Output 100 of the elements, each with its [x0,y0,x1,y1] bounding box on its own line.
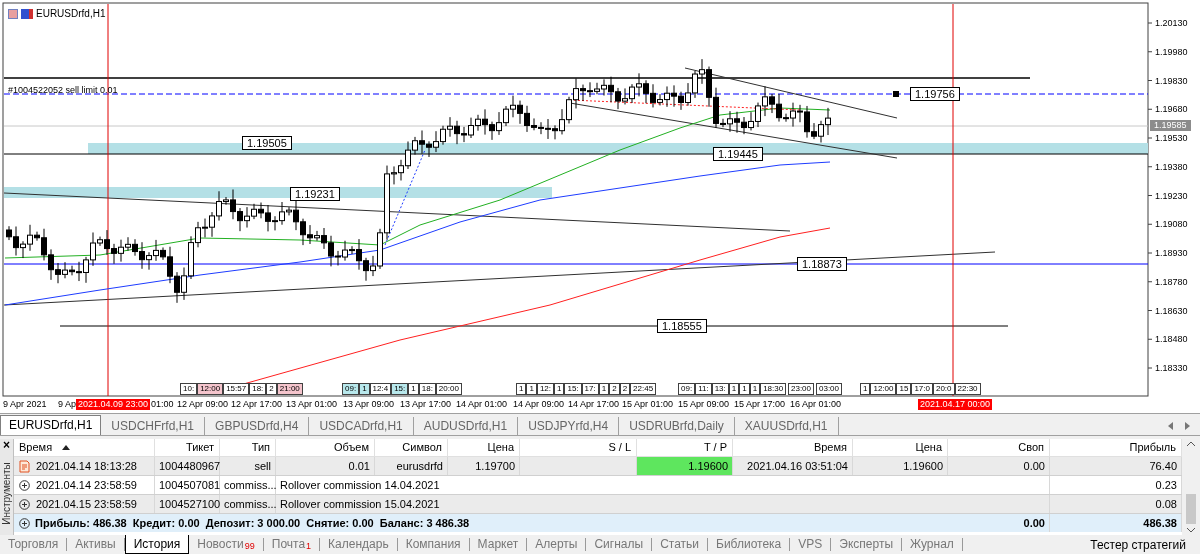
event-flag[interactable]: 15:57 [223,383,250,395]
chart-tab[interactable]: USDRUBrfd,Daily [619,417,735,435]
bottom-tab[interactable]: Библиотека [708,538,791,551]
event-flag[interactable]: 15: [391,383,409,395]
event-flag[interactable]: 09: [678,383,696,395]
price-axis-label: 1.18480 [1155,334,1188,345]
table-cell: 0.00 [948,514,1050,532]
tick-mark [1147,137,1153,139]
event-flag[interactable]: 15 [896,383,912,395]
table-cell: 1.19600 [637,457,733,475]
bottom-tab[interactable]: Эксперты [831,538,902,551]
trading-icon[interactable] [21,8,33,19]
chart-tab[interactable]: GBPUSDrfd,H4 [205,417,310,435]
event-flag[interactable]: 15: [564,383,582,395]
count-label: 1 [306,542,312,551]
bottom-tab[interactable]: Сигналы [586,538,653,551]
scroll-down-icon[interactable] [1187,528,1195,533]
bottom-tab[interactable]: Компания [397,538,470,551]
bottom-tab[interactable]: Новости 99 [189,538,264,551]
table-cell: sell [220,457,276,475]
column-header[interactable]: Объем [276,439,375,456]
scrollbar-thumb[interactable] [1186,494,1196,524]
event-flag[interactable]: 1 [728,383,740,395]
column-header[interactable]: Цена [448,439,520,456]
bottom-tab[interactable]: История [124,535,190,554]
chart-grid-icon[interactable] [8,8,18,19]
column-header[interactable]: S / L [520,439,637,456]
event-flag[interactable]: 1 [598,383,610,395]
event-flag[interactable]: 18:30 [760,383,787,395]
event-flag[interactable]: 03:00 [816,383,843,395]
bottom-tab[interactable]: Календарь [320,538,398,551]
time-axis-label: 16 Apr 01:00 [790,399,842,410]
event-flag[interactable]: 23:00 [788,383,815,395]
bottom-tab[interactable]: VPS [790,538,832,551]
event-flag[interactable]: 12:00 [197,383,224,395]
chart-tab[interactable]: XAUUSDrfd,H1 [734,417,839,435]
event-flag[interactable]: 09: [342,383,360,395]
event-flag[interactable]: 2 [609,383,620,395]
chart-tab[interactable]: EURUSDrfd,H1 [0,415,102,435]
bottom-tab[interactable]: Алерты [527,538,587,551]
event-flag[interactable]: 11: [695,383,712,395]
column-header[interactable]: Символ [375,439,448,456]
table-cell: commiss... [220,495,276,513]
column-header[interactable]: Время [14,439,155,456]
strategy-tester-tab[interactable]: Тестер стратегий [1090,535,1200,554]
event-flag[interactable]: 2 [619,383,631,395]
event-flag[interactable]: 2 [266,383,277,395]
table-cell: 1004527100 [155,495,220,513]
tick-mark [1147,252,1153,254]
bottom-tab[interactable]: Почта1 [263,538,321,551]
column-header[interactable]: Цена [853,439,948,456]
event-flag[interactable]: 1 [516,383,527,395]
plus-circle-icon [19,517,30,529]
chart-title: EURUSDrfd,H1 [36,7,106,21]
tick-mark [1147,338,1153,340]
tick-mark [1147,223,1153,225]
event-flag[interactable]: 1 [749,383,761,395]
price-level-label: 1.19231 [290,187,340,201]
event-flag[interactable]: 22:30 [954,383,981,395]
event-flag[interactable]: 22:45 [630,383,657,395]
event-flag[interactable]: 1 [860,383,871,395]
price-axis-label: 1.19080 [1155,219,1188,230]
chart-tab[interactable]: USDCADrfd,H1 [309,417,414,435]
close-button[interactable]: × [3,439,10,451]
event-flag[interactable]: 21:00 [276,383,303,395]
event-flag[interactable]: 10: [180,383,198,395]
table-cell: Rollover commission 15.04.2021 [276,495,1050,513]
event-flag[interactable]: 1 [526,383,537,395]
chart-tab[interactable]: AUDUSDrfd,H1 [413,417,519,435]
scroll-right-icon[interactable] [1185,422,1190,430]
column-header[interactable]: Время [733,439,853,456]
column-header[interactable]: Тикет [155,439,220,456]
event-flag[interactable]: 20:0 [932,383,955,395]
event-flag[interactable]: 1 [359,383,370,395]
bottom-tab[interactable]: Активы [67,538,125,551]
bottom-tab[interactable]: Маркет [469,538,528,551]
event-flag[interactable]: 1 [554,383,565,395]
time-axis-label: 13 Apr 01:00 [286,399,338,410]
column-header[interactable]: Своп [948,439,1050,456]
event-flag[interactable]: 1 [408,383,419,395]
chart-tab[interactable]: USDJPYrfd,H4 [518,417,620,435]
event-flag[interactable]: 12:00 [870,383,897,395]
time-axis-label: 15 Apr 09:00 [678,399,730,410]
time-axis-label: 9 Apr 2021 [3,399,47,410]
bottom-tab[interactable]: Статьи [652,538,709,551]
column-header[interactable]: Тип [220,439,276,456]
column-header[interactable]: T / P [637,439,733,456]
scroll-left-icon[interactable] [1168,422,1173,430]
bottom-tab[interactable]: Журнал [902,538,963,551]
chart-tab[interactable]: USDCHFrfd,H1 [101,417,206,435]
event-flag[interactable]: 17:0 [911,383,933,395]
table-cell: 0.01 [276,457,375,475]
order-label: #1004522052 sell limit 0.01 [8,84,118,97]
event-flag[interactable]: 12:4 [369,383,392,395]
event-flag[interactable]: 18: [249,383,267,395]
event-flag[interactable]: 1 [739,383,750,395]
scroll-up-icon[interactable] [1187,441,1195,446]
bottom-tab[interactable]: Торговля [0,538,68,551]
event-flag[interactable]: 20:00 [435,383,462,395]
table-cell: 1.19700 [448,457,520,475]
